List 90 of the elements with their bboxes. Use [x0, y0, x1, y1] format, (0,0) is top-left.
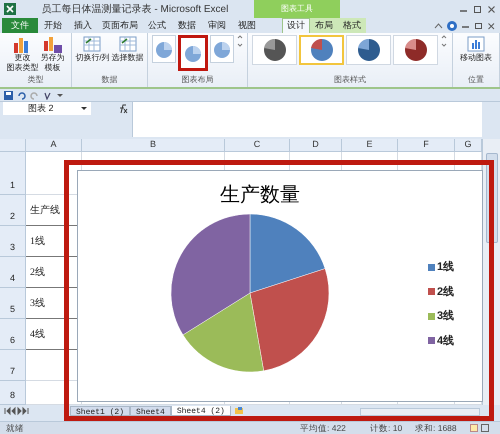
row-header[interactable]: 1 [0, 152, 26, 195]
close-icon[interactable] [487, 4, 496, 14]
sheet-tab[interactable]: Sheet4 [130, 406, 171, 416]
ribbon-button[interactable]: 选择数据 [112, 35, 144, 63]
dropdown-icon [81, 107, 87, 110]
chart-style-thumbnail[interactable] [393, 35, 438, 65]
ribbon-button[interactable]: 切换行/列 [75, 35, 110, 63]
formula-input[interactable] [132, 102, 482, 137]
ribbon-button[interactable]: 更改 图表类型 [6, 35, 38, 73]
pie-chart-icon [264, 39, 286, 61]
context-group-label: 图表工具 [281, 3, 313, 15]
row-header[interactable]: 6 [0, 319, 26, 350]
scroll-arrows-icon[interactable] [236, 35, 244, 49]
row-header[interactable]: 3 [0, 226, 26, 257]
chart-style-thumbnail[interactable] [252, 35, 297, 65]
table-cell-text: 1线 [30, 234, 45, 248]
column-header[interactable]: F [398, 139, 455, 152]
ribbon-tab[interactable]: 设计 [282, 18, 310, 33]
table-icon [82, 35, 102, 53]
chart-title: 生产数量 [220, 181, 300, 208]
sheet-tab[interactable]: Sheet4 (2) [170, 406, 231, 416]
ribbon-tab[interactable]: 文件 [2, 18, 38, 33]
ribbon-button[interactable]: 移动图表 [460, 35, 492, 63]
undo-icon[interactable] [17, 90, 26, 100]
column-header[interactable]: G [455, 139, 482, 152]
row-header[interactable]: 5 [0, 288, 26, 319]
sheet-tab[interactable]: Sheet1 (2) [70, 406, 130, 416]
status-sum: 求和: 1688 [415, 422, 458, 434]
ribbon-tab[interactable]: 格式 [338, 18, 366, 33]
status-average: 平均值: 422 [300, 422, 347, 434]
row-header[interactable]: 7 [0, 350, 26, 381]
close-icon[interactable] [487, 22, 496, 30]
group-label: 位置 [468, 74, 484, 86]
row-header[interactable]: 4 [0, 257, 26, 288]
ribbon-tab[interactable]: 审阅 [202, 18, 232, 33]
table-cell-text: 2线 [30, 266, 45, 280]
group-label: 图表样式 [334, 74, 366, 86]
group-label: 数据 [102, 74, 118, 86]
table-cell-text: 3线 [30, 296, 45, 310]
page-layout-icon[interactable] [481, 424, 489, 432]
pie-chart-icon [154, 40, 172, 58]
status-text: 就绪 [5, 422, 25, 434]
window-title: 员工每日体温测量记录表 - Microsoft Excel [42, 2, 228, 16]
column-header[interactable]: A [26, 139, 82, 152]
legend-label: 2线 [437, 284, 454, 300]
pie-chart-icon [212, 40, 230, 58]
bar-chart-icon [42, 35, 62, 53]
ribbon-tab[interactable]: 插入 [68, 18, 98, 33]
dropdown-icon[interactable] [56, 91, 64, 99]
status-count: 计数: 10 [370, 422, 404, 434]
ribbon-tab[interactable]: 数据 [172, 18, 202, 33]
column-header[interactable]: B [82, 139, 225, 152]
table-cell-text: 4线 [30, 328, 45, 342]
group-label: 图表布局 [182, 74, 214, 86]
row-header[interactable]: 2 [0, 195, 26, 226]
function-icon[interactable] [118, 104, 128, 114]
ribbon-tab[interactable]: 布局 [310, 18, 338, 33]
pie-chart-icon [310, 39, 332, 61]
save-icon[interactable] [4, 90, 13, 100]
layout-thumbnail[interactable] [178, 35, 208, 71]
table-cell-text: 生产线 [30, 204, 60, 218]
legend-label: 4线 [437, 334, 454, 348]
chart-style-thumbnail[interactable] [299, 35, 344, 65]
excel-icon [4, 3, 16, 15]
chart-icon [466, 35, 486, 53]
pie-chart-icon [404, 39, 426, 61]
ribbon-tab[interactable]: 页面布局 [98, 18, 142, 33]
legend-label: 1线 [437, 260, 454, 275]
sheet-navigation-icon[interactable] [3, 406, 30, 416]
chart-area[interactable]: 生产数量 1线 2线 3线 4线 [77, 170, 483, 402]
ribbon-button[interactable]: 另存为 模板 [40, 35, 64, 73]
legend-label: 3线 [437, 308, 454, 324]
ribbon-tab[interactable]: 视图 [232, 18, 262, 33]
name-box[interactable]: 图表 2 [3, 102, 91, 115]
pie-chart-icon [184, 44, 202, 62]
scroll-arrows-icon[interactable] [440, 35, 448, 49]
horizontal-scrollbar[interactable] [360, 408, 480, 416]
ribbon-tab[interactable]: 公式 [142, 18, 172, 33]
row-header[interactable]: 8 [0, 381, 26, 405]
table-icon [118, 35, 138, 53]
help-icon[interactable] [447, 21, 457, 31]
insert-sheet-icon[interactable] [234, 406, 244, 416]
caret-up-icon[interactable] [434, 22, 443, 30]
group-label: 类型 [28, 74, 44, 86]
column-header[interactable]: C [225, 139, 290, 152]
column-header[interactable]: E [342, 139, 398, 152]
pie-chart-icon [358, 39, 380, 61]
ribbon-tab[interactable]: 开始 [38, 18, 68, 33]
column-header[interactable]: D [290, 139, 342, 152]
chart-style-thumbnail[interactable] [346, 35, 391, 65]
